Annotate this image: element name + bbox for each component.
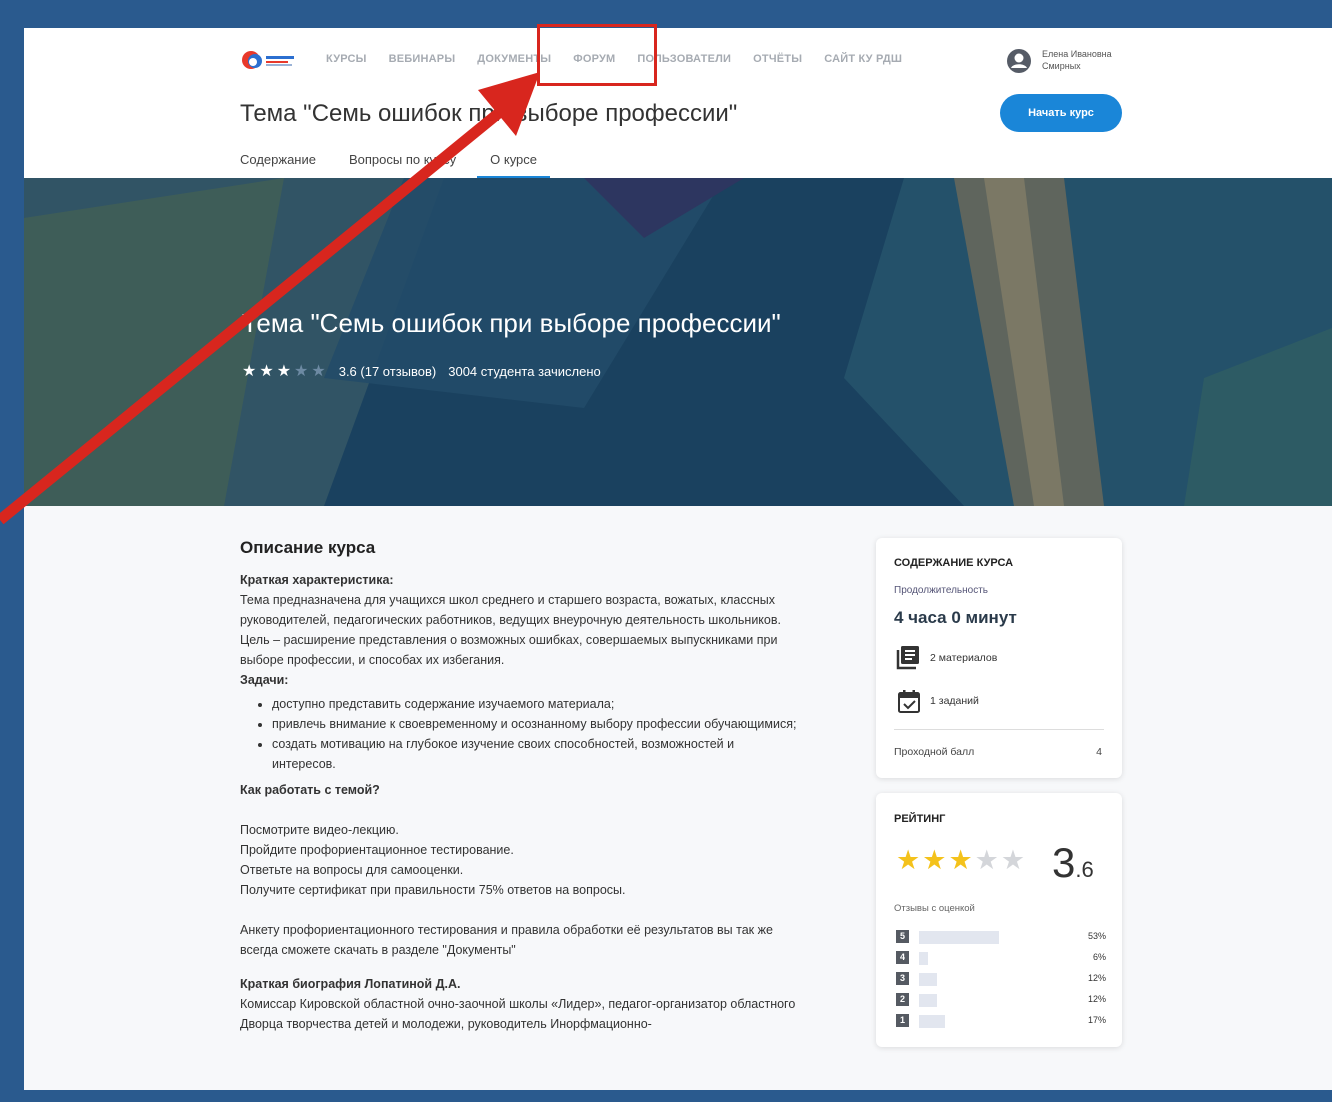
forum-highlight-box [537,24,657,86]
bio-text: Комиссар Кировской областной очно-заочно… [240,997,796,1031]
hero-rating: ★ ★ ★ ★ ★ 3.6 (17 отзывов) 3004 студента… [242,361,601,381]
tasks-label: Задачи: [240,673,289,687]
star-empty-icon: ★ [311,363,326,380]
histogram-percent: 12% [1087,994,1106,1004]
content-card-title: СОДЕРЖАНИЕ КУРСА [894,557,1014,569]
tasks-list: доступно представить содержание изучаемо… [240,694,800,774]
tab-about[interactable]: О курсе [477,152,551,178]
bio-label: Краткая биография Лопатиной Д.А. [240,977,461,991]
user-menu[interactable]: Елена Ивановна Смирных [1006,48,1132,74]
course-tabs: Содержание Вопросы по курсу О курсе [240,152,583,178]
histogram-label: 2 [896,993,909,1006]
list-item: привлечь внимание к своевременному и осо… [272,714,800,734]
star-icon: ★ [242,363,257,380]
step-item: Пройдите профориентационное тестирование… [240,843,514,857]
star-icon: ★ [259,363,274,380]
short-label: Краткая характеристика: [240,573,394,587]
rating-histogram: 5 53% 4 6% 3 12% 2 12% 1 17% [896,929,1106,1034]
rating-int: 3 [1052,839,1076,886]
step-item: Получите сертификат при правильности 75%… [240,883,626,897]
calendar-check-icon [898,690,920,713]
histogram-row: 2 12% [896,992,1106,1013]
start-course-button[interactable]: Начать курс [1000,94,1122,132]
course-content-card: СОДЕРЖАНИЕ КУРСА Продолжительность 4 час… [876,538,1122,778]
tab-contents[interactable]: Содержание [240,152,316,178]
star-icon: ★ [948,845,973,875]
short-text: Тема предназначена для учащихся школ сре… [240,593,781,627]
histogram-row: 1 17% [896,1013,1106,1034]
divider [894,729,1104,730]
nav-courses[interactable]: КУРСЫ [326,53,367,65]
materials-icon [896,646,919,670]
step-item: Ответьте на вопросы для самооценки. [240,863,464,877]
tasks-count: 1 заданий [930,695,979,707]
browser-frame: КУРСЫ ВЕБИНАРЫ ДОКУМЕНТЫ ФОРУМ ПОЛЬЗОВАТ… [24,28,1332,1090]
histogram-percent: 6% [1092,952,1106,962]
histogram-row: 3 12% [896,971,1106,992]
step-item: Посмотрите видео-лекцию. [240,823,399,837]
rdsh-logo[interactable] [242,49,298,71]
histogram-label: 4 [896,951,909,964]
course-hero: Тема "Семь ошибок при выборе профессии" … [24,178,1332,506]
course-title: Тема "Семь ошибок при выборе профессии" [240,100,738,127]
site-header: КУРСЫ ВЕБИНАРЫ ДОКУМЕНТЫ ФОРУМ ПОЛЬЗОВАТ… [24,28,1332,178]
enrolled-count: 3004 студента зачислено [448,363,601,379]
histogram-percent: 12% [1087,973,1106,983]
rating-value: 3.6 [1052,839,1094,887]
histogram-label: 3 [896,972,909,985]
star-icon: ★ [922,845,947,875]
star-empty-icon: ★ [974,845,999,875]
rating-card-title: РЕЙТИНГ [894,813,946,825]
materials-count: 2 материалов [930,652,998,664]
list-item: создать мотивацию на глубокое изучение с… [272,734,800,774]
duration-label: Продолжительность [894,585,988,596]
pass-score-value: 4 [1096,746,1102,758]
course-description: Описание курса Краткая характеристика: Т… [240,538,800,1034]
how-label: Как работать с темой? [240,783,380,797]
histogram-label: 5 [896,930,909,943]
description-heading: Описание курса [240,538,376,557]
list-item: доступно представить содержание изучаемо… [272,694,800,714]
rating-text: 3.6 (17 отзывов) [338,363,437,379]
star-icon: ★ [896,845,921,875]
hero-title: Тема "Семь ошибок при выборе профессии" [242,308,781,338]
histogram-percent: 53% [1087,931,1106,941]
histogram-bar [919,952,928,965]
histogram-row: 5 53% [896,929,1106,950]
user-name: Елена Ивановна Смирных [1042,49,1112,71]
histogram-bar [919,931,999,944]
star-empty-icon: ★ [294,363,309,380]
tab-questions[interactable]: Вопросы по курсу [349,152,456,178]
user-avatar-icon [1007,49,1031,73]
survey-text: Анкету профориентационного тестирования … [240,923,773,957]
pass-score-label: Проходной балл [894,746,975,758]
histogram-bar [919,994,937,1007]
hero-background-image [24,178,1332,506]
histogram-bar [919,973,937,986]
reviews-label: Отзывы с оценкой [894,903,975,914]
rating-decimal: .6 [1075,857,1094,882]
rating-stars: ★ ★ ★ ★ ★ [896,845,1027,876]
rating-card: РЕЙТИНГ ★ ★ ★ ★ ★ 3.6 Отзывы с оценкой 5… [876,793,1122,1047]
star-icon: ★ [276,363,292,380]
nav-reports[interactable]: ОТЧЁТЫ [753,53,802,65]
star-empty-icon: ★ [1000,845,1026,875]
histogram-row: 4 6% [896,950,1106,971]
nav-site[interactable]: САЙТ КУ РДШ [824,53,902,65]
histogram-percent: 17% [1087,1015,1106,1025]
nav-webinars[interactable]: ВЕБИНАРЫ [389,53,456,65]
histogram-label: 1 [896,1014,909,1027]
histogram-bar [919,1015,945,1028]
goal-text: Цель – расширение представления о возмож… [240,633,778,667]
duration-value: 4 часа 0 минут [894,608,1017,627]
